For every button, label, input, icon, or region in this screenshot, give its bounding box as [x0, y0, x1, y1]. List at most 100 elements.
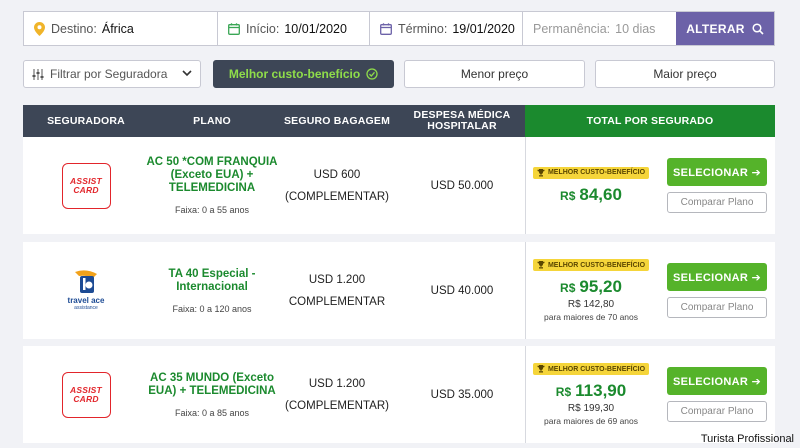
- insurer-cell: travel ace assistance: [23, 242, 149, 339]
- bagagem-type: (COMPLEMENTAR): [285, 399, 389, 412]
- select-button[interactable]: SELECIONAR ➔: [667, 367, 767, 395]
- watermark: Turista Profissional: [700, 433, 794, 445]
- select-button[interactable]: SELECIONAR ➔: [667, 263, 767, 291]
- price-block: MELHOR CUSTO-BENEFÍCIO R$ 113,90 R$ 199,3…: [532, 346, 650, 443]
- trophy-icon: [537, 261, 545, 269]
- price: R$ 84,60: [560, 185, 622, 205]
- filter-bar: Filtrar por Seguradora Melhor custo-bene…: [23, 60, 775, 88]
- calendar-icon: [228, 22, 240, 35]
- badge-label: MELHOR CUSTO-BENEFÍCIO: [547, 169, 646, 176]
- chevron-down-icon: [182, 70, 192, 77]
- sort-menor-label: Menor preço: [460, 67, 529, 81]
- bagagem-value: USD 1.200: [308, 273, 366, 286]
- table-row: travel ace assistance TA 40 Especial - I…: [23, 242, 775, 339]
- plan-age-range: Faixa: 0 a 85 anos: [174, 407, 250, 418]
- alterar-button[interactable]: ALTERAR: [676, 12, 774, 45]
- sort-maior-button[interactable]: Maior preço: [595, 60, 775, 88]
- termino-label: Término:: [398, 21, 448, 36]
- destino-label: Destino:: [51, 21, 97, 36]
- assist-card-logo: ASSIST CARD: [61, 371, 111, 418]
- price-currency: R$: [555, 385, 572, 399]
- location-pin-icon: [34, 21, 45, 36]
- sort-maior-label: Maior preço: [653, 67, 717, 81]
- header-plano: PLANO: [149, 105, 275, 137]
- logo-text: CARD: [73, 184, 99, 195]
- despesa-value: USD 40.000: [430, 284, 494, 297]
- header-bagagem: SEGURO BAGAGEM: [275, 105, 399, 137]
- permanencia-field: Permanência: 10 dias: [523, 12, 676, 45]
- trophy-icon: [537, 365, 545, 373]
- termino-value: 19/01/2020: [452, 21, 515, 36]
- price: R$ 95,20: [560, 277, 622, 297]
- check-circle-icon: [366, 68, 378, 80]
- despesa-cell: USD 50.000: [399, 137, 525, 234]
- despesa-value: USD 50.000: [430, 179, 494, 192]
- plan-name: AC 35 MUNDO (Exceto EUA) + TELEMEDICINA: [148, 371, 276, 397]
- total-cell: MELHOR CUSTO-BENEFÍCIO R$ 95,20 R$ 142,80…: [525, 242, 775, 339]
- compare-button[interactable]: Comparar Plano: [667, 401, 767, 422]
- best-value-badge: MELHOR CUSTO-BENEFÍCIO: [532, 166, 650, 179]
- best-value-badge: MELHOR CUSTO-BENEFÍCIO: [532, 363, 650, 375]
- insurer-cell: ASSIST CARD: [23, 137, 149, 234]
- price-senior: R$ 199,30: [567, 403, 615, 414]
- plan-name: AC 50 *COM FRANQUIA (Exceto EUA) + TELEM…: [146, 156, 278, 194]
- despesa-value: USD 35.000: [430, 388, 494, 401]
- bagagem-cell: USD 600 (COMPLEMENTAR): [275, 137, 399, 234]
- trophy-icon: [537, 168, 545, 176]
- plan-age-range: Faixa: 0 a 55 anos: [174, 205, 250, 215]
- table-row: ASSIST CARD AC 35 MUNDO (Exceto EUA) + T…: [23, 346, 775, 443]
- logo-text: CARD: [73, 393, 99, 404]
- filter-icon: [32, 68, 44, 80]
- destino-field[interactable]: Destino: África: [24, 12, 218, 45]
- assist-card-logo: ASSIST CARD: [61, 162, 111, 209]
- bagagem-type: (COMPLEMENTAR): [285, 190, 389, 203]
- seguradora-select[interactable]: Filtrar por Seguradora: [23, 60, 201, 88]
- calendar-icon: [380, 22, 392, 35]
- travel-ace-logo: travel ace assistance: [67, 270, 105, 311]
- sort-best-button[interactable]: Melhor custo-benefício: [213, 60, 394, 88]
- header-seguradora: SEGURADORA: [23, 105, 149, 137]
- alterar-label: ALTERAR: [686, 21, 745, 36]
- compare-button[interactable]: Comparar Plano: [667, 192, 767, 213]
- row-actions: SELECIONAR ➔ Comparar Plano: [667, 137, 767, 234]
- sort-menor-button[interactable]: Menor preço: [404, 60, 585, 88]
- bagagem-type: COMPLEMENTAR: [288, 295, 386, 308]
- bagagem-cell: USD 1.200 COMPLEMENTAR: [275, 242, 399, 339]
- price-value: 84,60: [579, 184, 622, 204]
- price-value: 113,90: [575, 381, 627, 400]
- plan-cell: AC 50 *COM FRANQUIA (Exceto EUA) + TELEM…: [139, 137, 285, 234]
- price-value: 95,20: [579, 277, 622, 296]
- badge-label: MELHOR CUSTO-BENEFÍCIO: [547, 261, 646, 269]
- termino-field[interactable]: Término: 19/01/2020: [370, 12, 523, 45]
- row-actions: SELECIONAR ➔ Comparar Plano: [667, 346, 767, 443]
- despesa-cell: USD 40.000: [399, 242, 525, 339]
- bagagem-value: USD 600: [313, 168, 361, 181]
- plan-age-range: Faixa: 0 a 120 anos: [172, 303, 252, 314]
- despesa-cell: USD 35.000: [399, 346, 525, 443]
- price-senior-note: para maiores de 70 anos: [543, 312, 639, 322]
- search-icon: [752, 22, 764, 35]
- permanencia-label: Permanência:: [533, 21, 611, 36]
- bagagem-value: USD 1.200: [308, 377, 366, 390]
- compare-button[interactable]: Comparar Plano: [667, 297, 767, 318]
- total-cell: MELHOR CUSTO-BENEFÍCIO R$ 84,60 SELECIONA…: [525, 137, 775, 234]
- header-total: TOTAL POR SEGURADO: [525, 105, 775, 137]
- plan-name: TA 40 Especial - Internacional: [168, 267, 256, 293]
- logo-subtext: assistance: [74, 305, 98, 311]
- total-cell: MELHOR CUSTO-BENEFÍCIO R$ 113,90 R$ 199,3…: [525, 346, 775, 443]
- inicio-value: 10/01/2020: [284, 21, 347, 36]
- select-button[interactable]: SELECIONAR ➔: [667, 158, 767, 186]
- best-value-badge: MELHOR CUSTO-BENEFÍCIO: [532, 259, 650, 271]
- price-currency: R$: [560, 281, 576, 295]
- inicio-field[interactable]: Início: 10/01/2020: [218, 12, 370, 45]
- price-senior: R$ 142,80: [567, 299, 615, 310]
- plan-cell: AC 35 MUNDO (Exceto EUA) + TELEMEDICINA …: [139, 346, 285, 443]
- price-currency: R$: [560, 188, 576, 203]
- logo-text: travel ace: [67, 296, 105, 305]
- plan-cell: TA 40 Especial - Internacional Faixa: 0 …: [139, 242, 285, 339]
- header-despesa: DESPESA MÉDICA HOSPITALAR: [399, 105, 525, 137]
- price-block: MELHOR CUSTO-BENEFÍCIO R$ 84,60: [532, 137, 650, 234]
- permanencia-value: 10 dias: [615, 21, 656, 36]
- price: R$ 113,90: [556, 381, 626, 401]
- search-bar: Destino: África Início: 10/01/2020 Térmi…: [23, 11, 775, 46]
